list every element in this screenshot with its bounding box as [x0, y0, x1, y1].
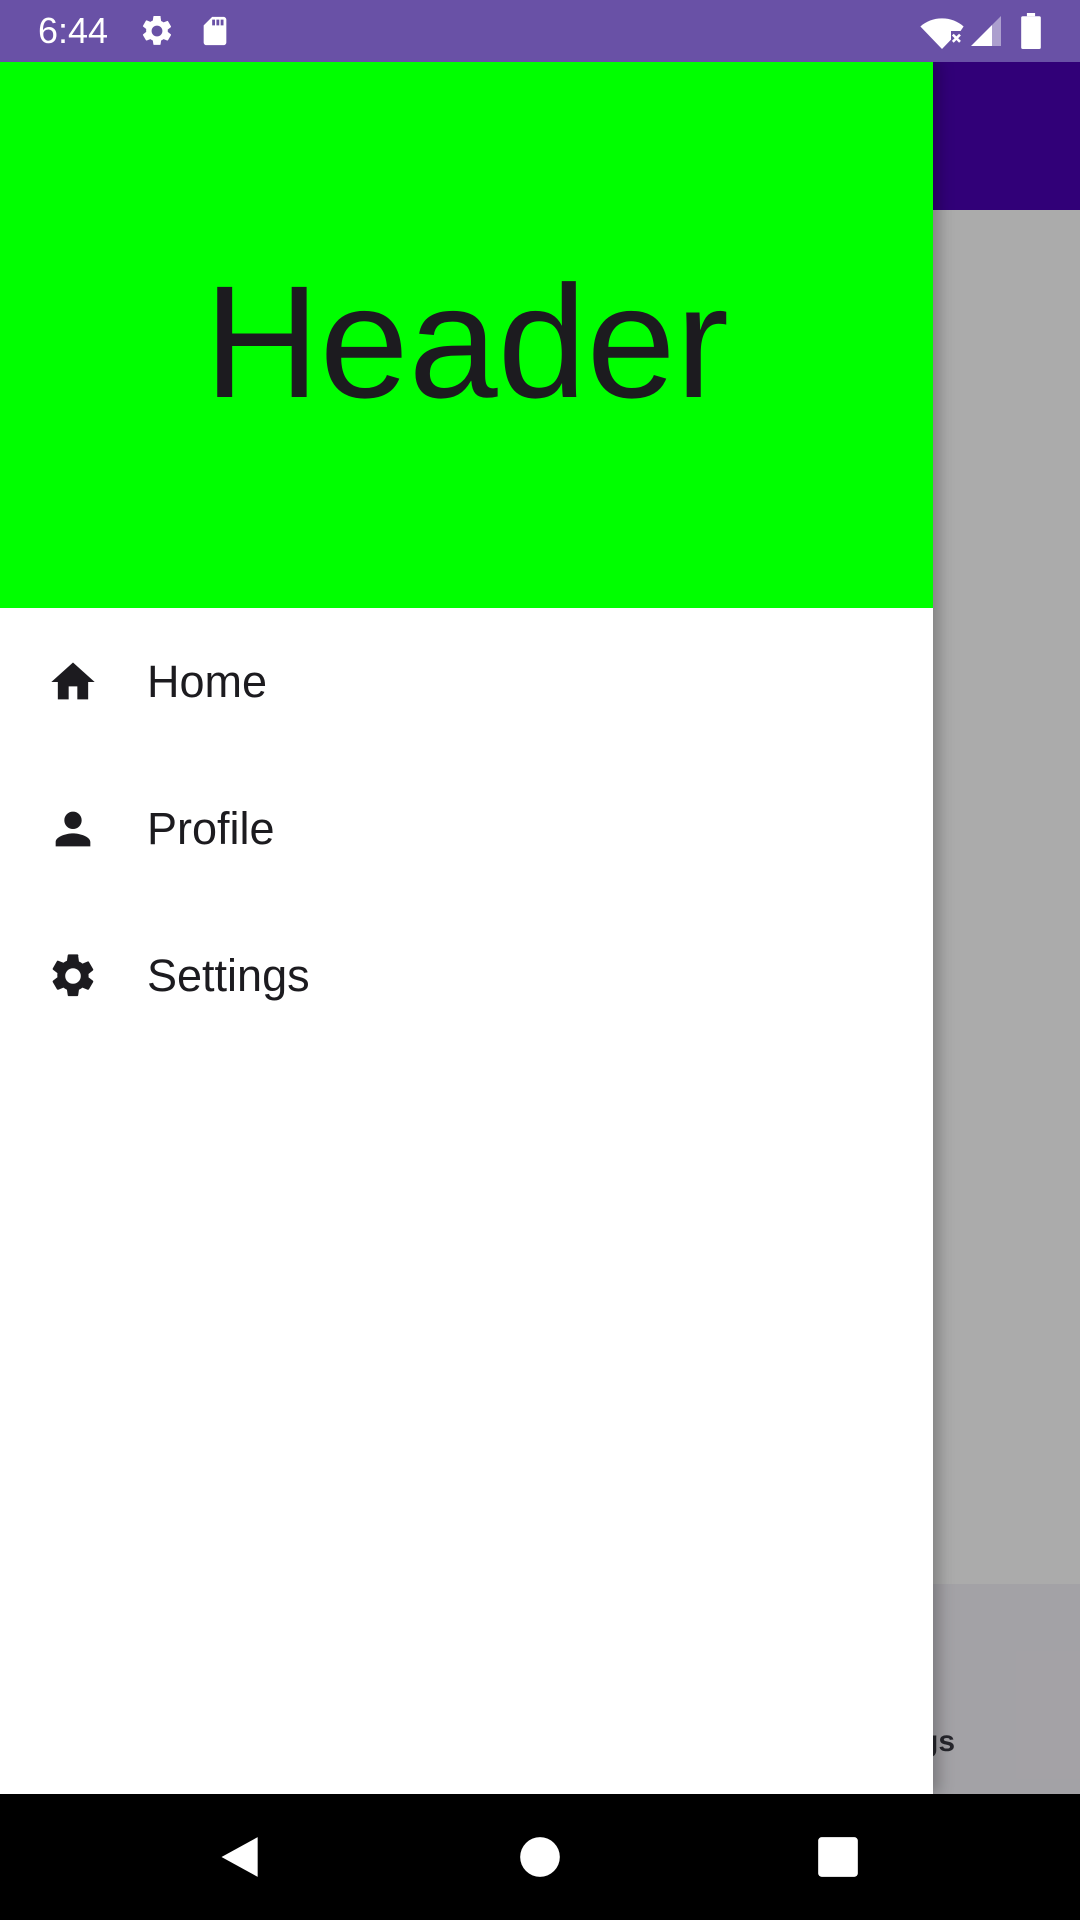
drawer-header: Header [0, 62, 933, 608]
system-navigation-bar [0, 1794, 1080, 1920]
status-time: 6:44 [38, 10, 109, 51]
wifi-icon [920, 13, 964, 54]
navigation-drawer: Header Home Profile Settings [0, 62, 933, 1794]
drawer-item-label: Home [147, 656, 268, 707]
drawer-item-profile[interactable]: Profile [0, 755, 933, 902]
drawer-item-home[interactable]: Home [0, 608, 933, 755]
sd-card-icon [198, 13, 232, 54]
recents-icon[interactable] [810, 1829, 866, 1885]
gear-icon [139, 13, 175, 54]
status-bar: 6:44 [0, 0, 1080, 62]
battery-icon [1020, 13, 1042, 54]
drawer-item-settings[interactable]: Settings [0, 902, 933, 1049]
drawer-item-label: Profile [147, 803, 275, 854]
back-icon[interactable] [211, 1829, 267, 1885]
signal-icon [968, 13, 1004, 54]
gear-icon [47, 950, 99, 1002]
drawer-item-label: Settings [147, 950, 310, 1001]
drawer-header-title: Header [204, 252, 729, 431]
home-circle-icon[interactable] [512, 1829, 568, 1885]
home-icon [47, 656, 99, 708]
person-icon [47, 803, 99, 855]
